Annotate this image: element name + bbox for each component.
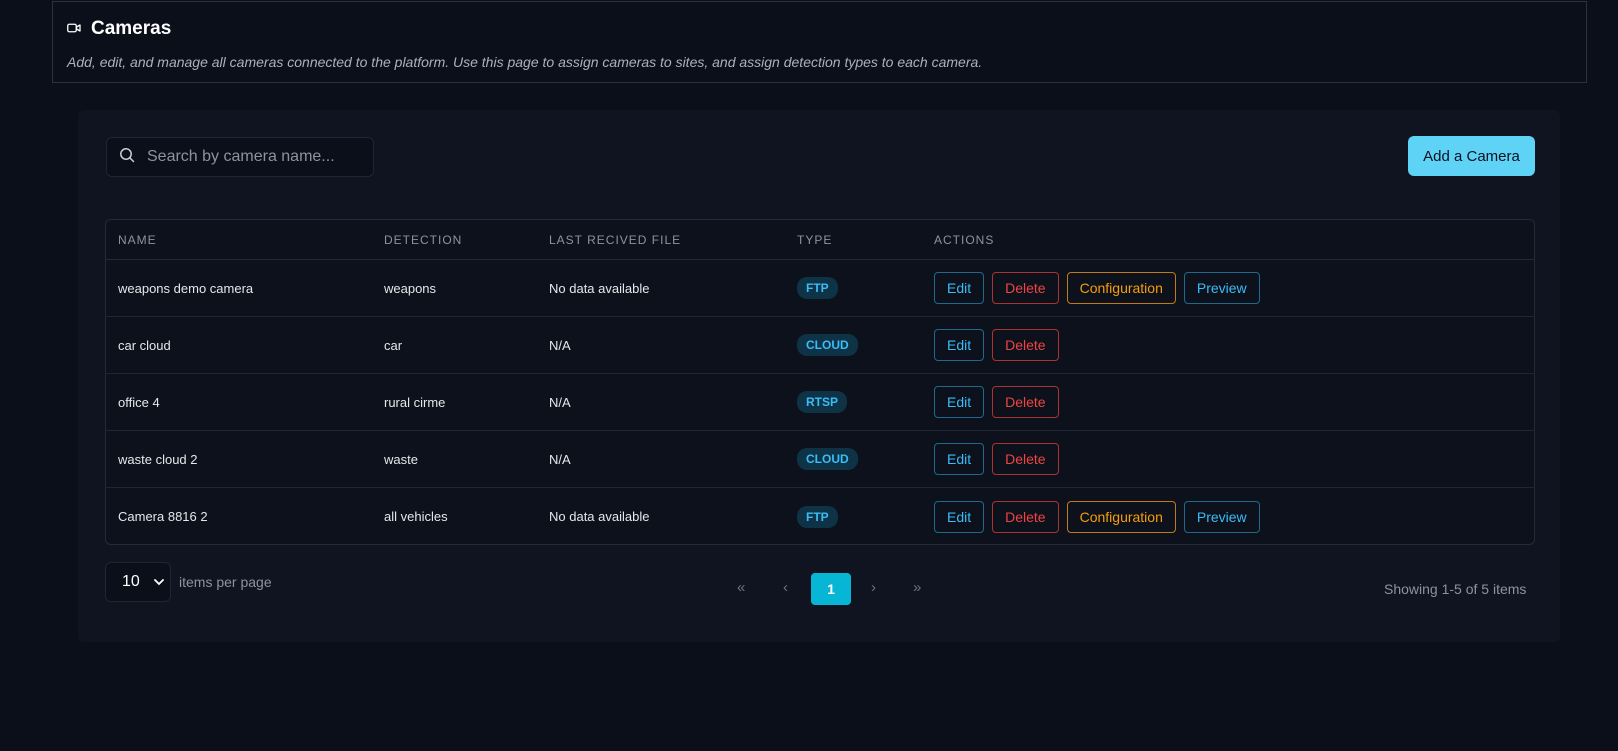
delete-button[interactable]: Delete xyxy=(992,329,1059,361)
edit-button[interactable]: Edit xyxy=(934,500,985,533)
delete-button[interactable]: Delete xyxy=(992,443,1059,475)
row-actions: Edit Delete Configuration Preview xyxy=(934,272,1268,304)
camera-detection: car xyxy=(384,337,403,353)
row-actions: Edit Delete Configuration Preview xyxy=(934,500,1268,533)
camera-detection: all vehicles xyxy=(384,509,448,524)
camera-detection: waste xyxy=(384,451,418,467)
items-per-page-value: 10 xyxy=(122,573,140,590)
camera-type-badge: RTSP xyxy=(797,391,848,413)
camera-name: Camera 8816 2 xyxy=(118,509,208,524)
page-description: Add, edit, and manage all cameras connec… xyxy=(67,54,983,70)
search-icon xyxy=(119,147,135,168)
table-row: office 4 rural cirme N/A RTSP Edit Delet… xyxy=(106,374,1534,431)
row-actions: Edit Delete xyxy=(934,443,1067,475)
column-header-type[interactable]: TYPE xyxy=(797,233,832,247)
camera-last-file: N/A xyxy=(549,394,571,410)
page-header: Cameras Add, edit, and manage all camera… xyxy=(52,1,1587,83)
column-header-name[interactable]: NAME xyxy=(118,233,157,247)
table-row: weapons demo camera weapons No data avai… xyxy=(106,260,1534,317)
video-camera-icon xyxy=(67,20,81,38)
camera-last-file: N/A xyxy=(549,451,571,467)
column-header-actions: ACTIONS xyxy=(934,232,995,247)
table-header: NAME DETECTION LAST RECIVED FILE TYPE AC… xyxy=(106,220,1534,260)
camera-name: car cloud xyxy=(118,337,171,353)
camera-type-badge: CLOUD xyxy=(797,334,858,356)
cameras-table: NAME DETECTION LAST RECIVED FILE TYPE AC… xyxy=(105,219,1535,545)
preview-button[interactable]: Preview xyxy=(1183,500,1260,533)
camera-name: office 4 xyxy=(118,394,160,410)
chevron-down-icon xyxy=(153,573,164,591)
preview-button[interactable]: Preview xyxy=(1183,272,1260,304)
delete-button[interactable]: Delete xyxy=(992,386,1059,418)
last-page-button[interactable]: » xyxy=(913,579,921,596)
configuration-button[interactable]: Configuration xyxy=(1066,500,1176,533)
page-button-active[interactable]: 1 xyxy=(811,573,851,605)
row-actions: Edit Delete xyxy=(934,329,1067,361)
camera-detection: weapons xyxy=(384,280,437,296)
items-per-page-label: items per page xyxy=(179,574,272,590)
edit-button[interactable]: Edit xyxy=(934,386,985,418)
header-title-row: Cameras xyxy=(67,18,171,40)
delete-button[interactable]: Delete xyxy=(992,272,1059,304)
prev-page-button[interactable]: ‹ xyxy=(783,579,788,596)
camera-last-file: No data available xyxy=(549,280,650,296)
column-header-last-file[interactable]: LAST RECIVED FILE xyxy=(549,233,681,247)
edit-button[interactable]: Edit xyxy=(934,443,985,475)
table-row: Camera 8816 2 all vehicles No data avail… xyxy=(106,488,1534,544)
table-row: car cloud car N/A CLOUD Edit Delete xyxy=(106,317,1534,374)
search-input[interactable] xyxy=(147,148,357,166)
showing-count: Showing 1-5 of 5 items xyxy=(1384,581,1527,597)
edit-button[interactable]: Edit xyxy=(934,272,985,304)
camera-type-badge: FTP xyxy=(797,505,838,528)
items-per-page-select[interactable]: 10 xyxy=(105,562,171,602)
page-title: Cameras xyxy=(91,18,172,39)
search-box[interactable] xyxy=(106,137,374,177)
configuration-button[interactable]: Configuration xyxy=(1066,272,1176,304)
edit-button[interactable]: Edit xyxy=(934,329,985,361)
column-header-detection[interactable]: DETECTION xyxy=(384,233,462,247)
camera-name: weapons demo camera xyxy=(118,280,254,296)
camera-last-file: N/A xyxy=(549,337,571,353)
next-page-button[interactable]: › xyxy=(871,579,876,596)
table-row: waste cloud 2 waste N/A CLOUD Edit Delet… xyxy=(106,431,1534,488)
first-page-button[interactable]: « xyxy=(737,579,745,596)
camera-last-file: No data available xyxy=(549,509,650,524)
delete-button[interactable]: Delete xyxy=(992,500,1059,533)
row-actions: Edit Delete xyxy=(934,386,1067,418)
camera-type-badge: CLOUD xyxy=(797,448,858,470)
camera-detection: rural cirme xyxy=(384,394,446,410)
camera-type-badge: FTP xyxy=(797,277,838,299)
add-camera-button[interactable]: Add a Camera xyxy=(1408,136,1535,176)
camera-name: waste cloud 2 xyxy=(118,451,198,467)
